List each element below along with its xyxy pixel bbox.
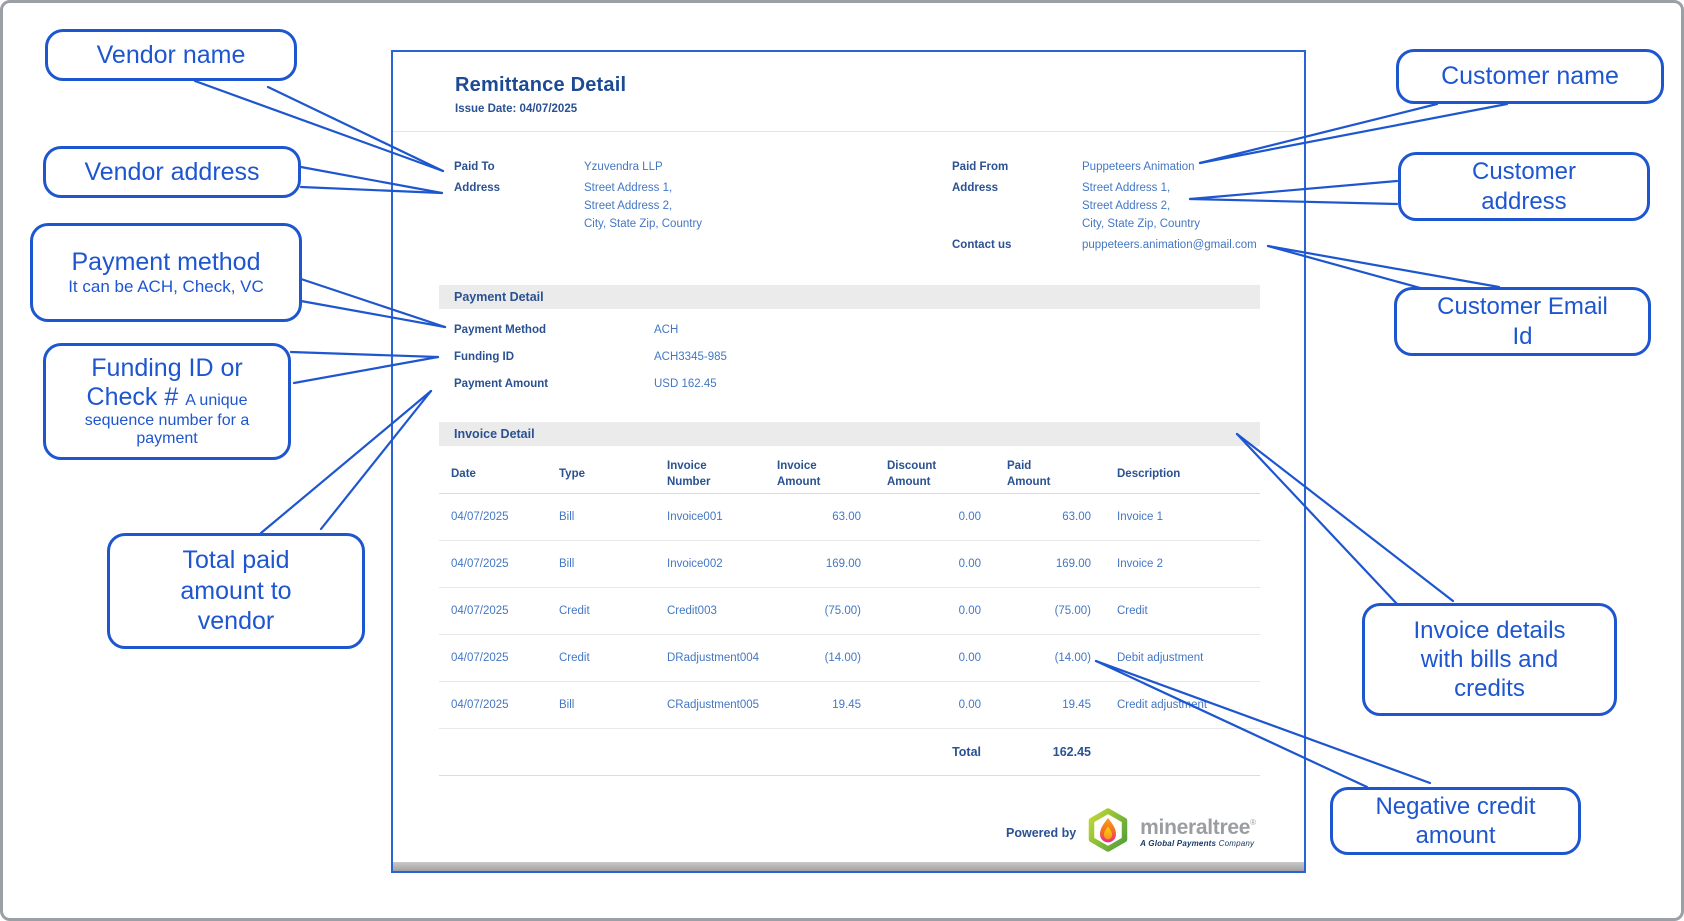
invoice-total-row: Total 162.45 <box>439 729 1260 776</box>
paid-to-label: Paid To <box>454 158 584 176</box>
paid-from-label: Paid From <box>952 158 1082 176</box>
invoice-table: DateTypeInvoiceNumberInvoiceAmountDiscou… <box>439 454 1260 776</box>
remittance-document: Remittance Detail Issue Date: 04/07/2025… <box>391 50 1306 873</box>
paid-from-block: Paid From Puppeteers Animation Address S… <box>952 158 1312 257</box>
invoice-table-cell: Bill <box>547 511 655 523</box>
customer-name-value: Puppeteers Animation <box>1082 158 1195 176</box>
invoice-table-cell: 19.45 <box>995 699 1105 711</box>
column-header: Date <box>439 466 547 482</box>
payment-detail-section-header: Payment Detail <box>439 285 1260 309</box>
invoice-table-cell: Credit <box>547 605 655 617</box>
payment-method-row: Payment Method ACH <box>454 321 727 339</box>
total-label: Total <box>875 745 995 759</box>
invoice-table-cell: 63.00 <box>765 511 875 523</box>
callout-payment-method: Payment method It can be ACH, Check, VC <box>30 223 302 322</box>
invoice-detail-section-header: Invoice Detail <box>439 422 1260 446</box>
page-bottom-edge <box>393 862 1304 871</box>
header-divider <box>393 131 1304 132</box>
invoice-table-cell: 0.00 <box>875 605 995 617</box>
invoice-table-row: 04/07/2025CreditCredit003(75.00)0.00(75.… <box>439 588 1260 635</box>
invoice-table-cell: 04/07/2025 <box>439 605 547 617</box>
invoice-table-cell: Invoice 2 <box>1105 558 1260 570</box>
invoice-table-cell: Credit003 <box>655 605 765 617</box>
invoice-table-cell: (14.00) <box>995 652 1105 664</box>
vendor-address-label: Address <box>454 179 584 233</box>
issue-date: Issue Date: 04/07/2025 <box>455 103 577 115</box>
invoice-table-cell: 04/07/2025 <box>439 652 547 664</box>
invoice-table-cell: Invoice 1 <box>1105 511 1260 523</box>
column-header: Description <box>1105 466 1260 482</box>
invoice-table-cell: 04/07/2025 <box>439 699 547 711</box>
invoice-table-cell: 04/07/2025 <box>439 558 547 570</box>
customer-address-value: Street Address 1, Street Address 2, City… <box>1082 179 1200 233</box>
callout-vendor-name: Vendor name <box>45 29 297 81</box>
invoice-table-cell: DRadjustment004 <box>655 652 765 664</box>
invoice-table-cell: 169.00 <box>765 558 875 570</box>
mineraltree-logo-icon <box>1088 808 1128 857</box>
column-header: InvoiceNumber <box>655 458 765 490</box>
callout-funding-id: Funding ID or Check # A unique sequence … <box>43 343 291 460</box>
payment-detail-rows: Payment Method ACH Funding ID ACH3345-98… <box>454 321 727 402</box>
powered-by-label: Powered by <box>1006 826 1076 840</box>
column-header: DiscountAmount <box>875 458 995 490</box>
invoice-table-cell: Credit <box>1105 605 1260 617</box>
invoice-table-header: DateTypeInvoiceNumberInvoiceAmountDiscou… <box>439 454 1260 494</box>
invoice-table-cell: Credit adjustment <box>1105 699 1260 711</box>
invoice-table-row: 04/07/2025BillInvoice002169.000.00169.00… <box>439 541 1260 588</box>
payment-amount-row: Payment Amount USD 162.45 <box>454 375 727 393</box>
callout-vendor-address: Vendor address <box>43 146 301 198</box>
invoice-table-cell: CRadjustment005 <box>655 699 765 711</box>
invoice-table-body: 04/07/2025BillInvoice00163.000.0063.00In… <box>439 494 1260 729</box>
mineraltree-wordmark: mineraltree® A Global Payments Company <box>1140 817 1256 848</box>
invoice-table-cell: 04/07/2025 <box>439 511 547 523</box>
callout-customer-address: Customer address <box>1398 152 1650 221</box>
column-header: Type <box>547 466 655 482</box>
invoice-table-cell: 169.00 <box>995 558 1105 570</box>
global-payments-tagline: A Global Payments Company <box>1140 840 1256 848</box>
customer-address-label: Address <box>952 179 1082 233</box>
total-value: 162.45 <box>995 745 1105 759</box>
vendor-name-value: Yzuvendra LLP <box>584 158 663 176</box>
funding-id-row: Funding ID ACH3345-985 <box>454 348 727 366</box>
callout-customer-email-id: Customer Email Id <box>1394 287 1651 356</box>
invoice-table-cell: 0.00 <box>875 652 995 664</box>
invoice-table-cell: Invoice002 <box>655 558 765 570</box>
customer-email-value: puppeteers.animation@gmail.com <box>1082 236 1257 254</box>
invoice-table-cell: (14.00) <box>765 652 875 664</box>
invoice-table-cell: (75.00) <box>765 605 875 617</box>
invoice-table-cell: Credit <box>547 652 655 664</box>
page-title: Remittance Detail <box>455 74 626 97</box>
invoice-table-cell: Invoice001 <box>655 511 765 523</box>
invoice-table-cell: 0.00 <box>875 511 995 523</box>
contact-us-label: Contact us <box>952 236 1082 254</box>
column-header: PaidAmount <box>995 458 1105 490</box>
paid-to-block: Paid To Yzuvendra LLP Address Street Add… <box>454 158 874 236</box>
vendor-address-value: Street Address 1, Street Address 2, City… <box>584 179 702 233</box>
annotated-remittance-screenshot: Remittance Detail Issue Date: 04/07/2025… <box>0 0 1684 921</box>
invoice-table-row: 04/07/2025BillInvoice00163.000.0063.00In… <box>439 494 1260 541</box>
invoice-table-cell: Debit adjustment <box>1105 652 1260 664</box>
invoice-table-cell: 19.45 <box>765 699 875 711</box>
invoice-table-cell: Bill <box>547 558 655 570</box>
callout-total-paid-amount: Total paid amount to vendor <box>107 533 365 649</box>
invoice-table-cell: Bill <box>547 699 655 711</box>
column-header: InvoiceAmount <box>765 458 875 490</box>
callout-customer-name: Customer name <box>1396 49 1664 104</box>
invoice-table-cell: 63.00 <box>995 511 1105 523</box>
invoice-table-cell: (75.00) <box>995 605 1105 617</box>
callout-negative-credit-amount: Negative credit amount <box>1330 787 1581 855</box>
invoice-table-cell: 0.00 <box>875 699 995 711</box>
invoice-table-row: 04/07/2025BillCRadjustment00519.450.0019… <box>439 682 1260 729</box>
invoice-table-cell: 0.00 <box>875 558 995 570</box>
footer-branding: Powered by <box>1006 808 1256 857</box>
invoice-table-row: 04/07/2025CreditDRadjustment004(14.00)0.… <box>439 635 1260 682</box>
callout-invoice-details: Invoice details with bills and credits <box>1362 603 1617 716</box>
